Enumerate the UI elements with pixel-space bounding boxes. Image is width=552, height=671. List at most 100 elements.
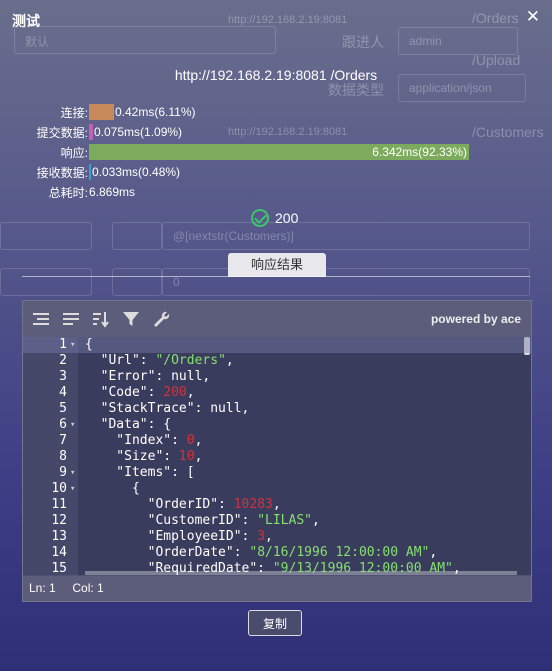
bg-zero-value: 0 [173,275,180,289]
bg-zero-field: 0 [162,268,530,296]
check-circle-icon [251,209,269,227]
line-number: 5 [59,401,67,416]
code-line[interactable]: 1 ▾ { [23,337,531,353]
line-number: 13 [51,529,67,544]
code-line[interactable]: 15 "RequiredDate": "9/13/1996 12:00:00 A… [23,561,531,575]
code-line[interactable]: 8 "Size": 10, [23,449,531,465]
line-number: 4 [59,385,67,400]
line-number: 15 [51,561,67,575]
line-text: "Data": { [85,417,172,432]
line-text: "EmployeeID": 3, [85,529,273,544]
code-line[interactable]: 5 "StackTrace": null, [23,401,531,417]
line-text: "OrderDate": "8/16/1996 12:00:00 AM", [85,545,438,560]
code-line[interactable]: 13 "EmployeeID": 3, [23,529,531,545]
fold-toggle-icon[interactable]: ▾ [70,337,75,353]
code-line[interactable]: 10 ▾ { [23,481,531,497]
bg-expr-value: @[nextstr(Customers)] [173,229,294,243]
copy-button[interactable]: 复制 [248,610,302,636]
timing-track-response: 6.342ms(92.33%) [89,144,501,160]
bg-path-hint-1: /Orders [472,10,519,26]
line-text: { [85,337,93,352]
filter-icon[interactable] [121,309,141,329]
fold-toggle-icon[interactable]: ▾ [70,465,75,481]
timing-track-receive: 0.033ms(0.48%) [89,164,501,180]
line-number: 3 [59,369,67,384]
request-url: http://192.168.2.19:8081 /Orders [174,67,378,83]
bg-data-type-value: application/json [409,81,492,95]
line-number: 7 [59,433,67,448]
code-area[interactable]: 1 ▾{2 "Url": "/Orders", 3 "Error": null, 4 … [23,337,531,575]
timing-label-submit: 提交数据: [36,126,88,140]
compact-icon[interactable] [61,309,81,329]
bg-select-1 [0,222,92,250]
line-number: 6 [59,417,67,432]
code-line[interactable]: 9 ▾ "Items": [ [23,465,531,481]
tab-divider [22,276,530,277]
close-icon[interactable]: ✕ [526,8,540,25]
editor-toolbar: powered by ace [23,301,531,337]
line-text: "Index": 0, [85,433,203,448]
line-text: "OrderID": 10283, [85,497,281,512]
powered-by-label: powered by ace [430,312,521,326]
timing-value-response: 6.342ms(92.33%) [372,145,467,159]
line-text: "Items": [ [85,465,195,480]
line-number: 10 [51,481,67,496]
bg-select-4 [112,268,162,296]
code-line[interactable]: 3 "Error": null, [23,369,531,385]
line-text: "Error": null, [85,369,211,384]
editor-status-bar: Ln: 1 Col: 1 [23,576,531,601]
timing-row-receive: 接收数据: 0.033ms(0.48%) [0,164,552,180]
bg-follower-value: admin [409,34,442,48]
dialog-title: 测试 [12,13,40,29]
code-line[interactable]: 4 "Code": 200, [23,385,531,401]
timing-label-response: 响应: [60,146,88,160]
timing-value-total: 6.869ms [89,185,136,199]
line-number: 11 [51,497,67,512]
timing-value-receive: 0.033ms(0.48%) [92,165,181,179]
line-text: "Url": "/Orders", [85,353,234,368]
timing-value-submit: 0.075ms(1.09%) [94,125,183,139]
code-line[interactable]: 2 "Url": "/Orders", [23,353,531,369]
code-line[interactable]: 6 ▾ "Data": { [23,417,531,433]
line-text: "CustomerID": "LILAS", [85,513,320,528]
bg-select-3 [0,268,92,296]
bg-follower-label: 跟进人 [342,34,384,50]
code-line[interactable]: 12 "CustomerID": "LILAS", [23,513,531,529]
format-icon[interactable] [31,309,51,329]
line-text: { [85,481,140,496]
timing-value-connect: 0.42ms(6.11%) [115,105,196,119]
line-number: 12 [51,513,67,528]
wrench-icon[interactable] [151,309,171,329]
sort-icon[interactable] [91,309,111,329]
timing-bar-receive [89,164,91,180]
timing-row-total: 总耗时: 6.869ms [0,184,552,200]
timing-bar-submit [89,124,93,140]
line-text: "Size": 10, [85,449,203,464]
timing-bar-connect [89,104,114,120]
timing-row-connect: 连接: 0.42ms(6.11%) [0,104,552,120]
bg-expr-field: @[nextstr(Customers)] [162,222,530,250]
line-number: 2 [59,353,67,368]
fold-toggle-icon[interactable]: ▾ [70,481,75,497]
fold-toggle-icon[interactable]: ▾ [70,417,75,433]
response-editor[interactable]: powered by ace 1 ▾{2 "Url": "/Orders", 3 "… [22,300,532,602]
bg-data-type-label: 数据类型 [328,82,384,98]
cursor-column: Col: 1 [72,581,104,595]
timing-total-wrap: 6.869ms [89,184,501,200]
timing-row-response: 响应: 6.342ms(92.33%) [0,144,552,160]
line-number: 9 [59,465,67,480]
timing-label-receive: 接收数据: [36,166,88,180]
timing-track-submit: 0.075ms(1.09%) [89,124,501,140]
bg-path-hint-2: /Upload [472,52,521,68]
cursor-line: Ln: 1 [29,581,56,595]
bg-follower-field: admin [398,27,518,55]
status-code: 200 [275,210,299,226]
timing-label-connect: 连接: [60,106,88,120]
timing-track-connect: 0.42ms(6.11%) [89,104,501,120]
tab-response-result[interactable]: 响应结果 [228,253,326,277]
code-line[interactable]: 11 "OrderID": 10283, [23,497,531,513]
line-text: "Code": 200, [85,385,195,400]
code-line[interactable]: 14 "OrderDate": "8/16/1996 12:00:00 AM", [23,545,531,561]
bg-url-hint-1: http://192.168.2.19:8081 [228,14,348,26]
code-line[interactable]: 7 "Index": 0, [23,433,531,449]
